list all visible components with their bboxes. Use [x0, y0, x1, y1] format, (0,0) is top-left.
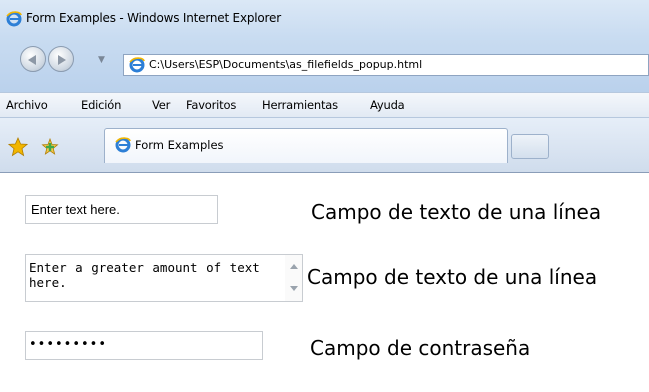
password-input[interactable]: ••••••••• — [25, 331, 263, 360]
add-favorite-icon[interactable] — [40, 137, 60, 157]
tab-label: Form Examples — [135, 138, 224, 152]
single-line-text-input[interactable]: Enter text here. — [25, 195, 218, 224]
ie-page-icon — [129, 57, 145, 73]
back-button[interactable] — [20, 46, 46, 72]
scroll-down-icon[interactable] — [290, 286, 298, 291]
menu-ayuda[interactable]: Ayuda — [370, 98, 405, 112]
recent-pages-dropdown-icon[interactable]: ▼ — [98, 55, 105, 65]
menu-archivo[interactable]: Archivo — [6, 98, 48, 112]
forward-button[interactable] — [48, 46, 74, 72]
scroll-up-icon[interactable] — [290, 264, 298, 269]
address-bar[interactable]: C:\Users\ESP\Documents\as_filefields_pop… — [123, 54, 649, 76]
title-bar: Form Examples - Windows Internet Explore… — [0, 0, 649, 37]
tab-form-examples[interactable]: Form Examples — [104, 128, 508, 163]
ie-icon — [6, 11, 22, 27]
window-title: Form Examples - Windows Internet Explore… — [26, 11, 281, 25]
menu-ver[interactable]: Ver — [152, 98, 170, 112]
menu-favoritos[interactable]: Favoritos — [186, 98, 236, 112]
textarea-content[interactable]: Enter a greater amount of text here. — [29, 260, 274, 290]
menu-edicion[interactable]: Edición — [81, 98, 121, 112]
menu-herramientas[interactable]: Herramientas — [262, 98, 338, 112]
textarea-label: Campo de texto de una línea — [307, 265, 598, 289]
star-icon[interactable] — [8, 137, 28, 157]
address-text[interactable]: C:\Users\ESP\Documents\as_filefields_pop… — [149, 58, 422, 71]
text-field-label: Campo de texto de una línea — [311, 200, 602, 224]
ie-tab-icon — [115, 137, 131, 153]
menu-bar: Archivo Edición Ver Favoritos Herramient… — [0, 92, 649, 117]
password-field-label: Campo de contraseña — [310, 336, 531, 360]
multiline-textarea[interactable]: Enter a greater amount of text here. — [25, 254, 303, 302]
textarea-scrollbar[interactable] — [285, 255, 302, 301]
new-tab-button[interactable] — [511, 134, 549, 159]
